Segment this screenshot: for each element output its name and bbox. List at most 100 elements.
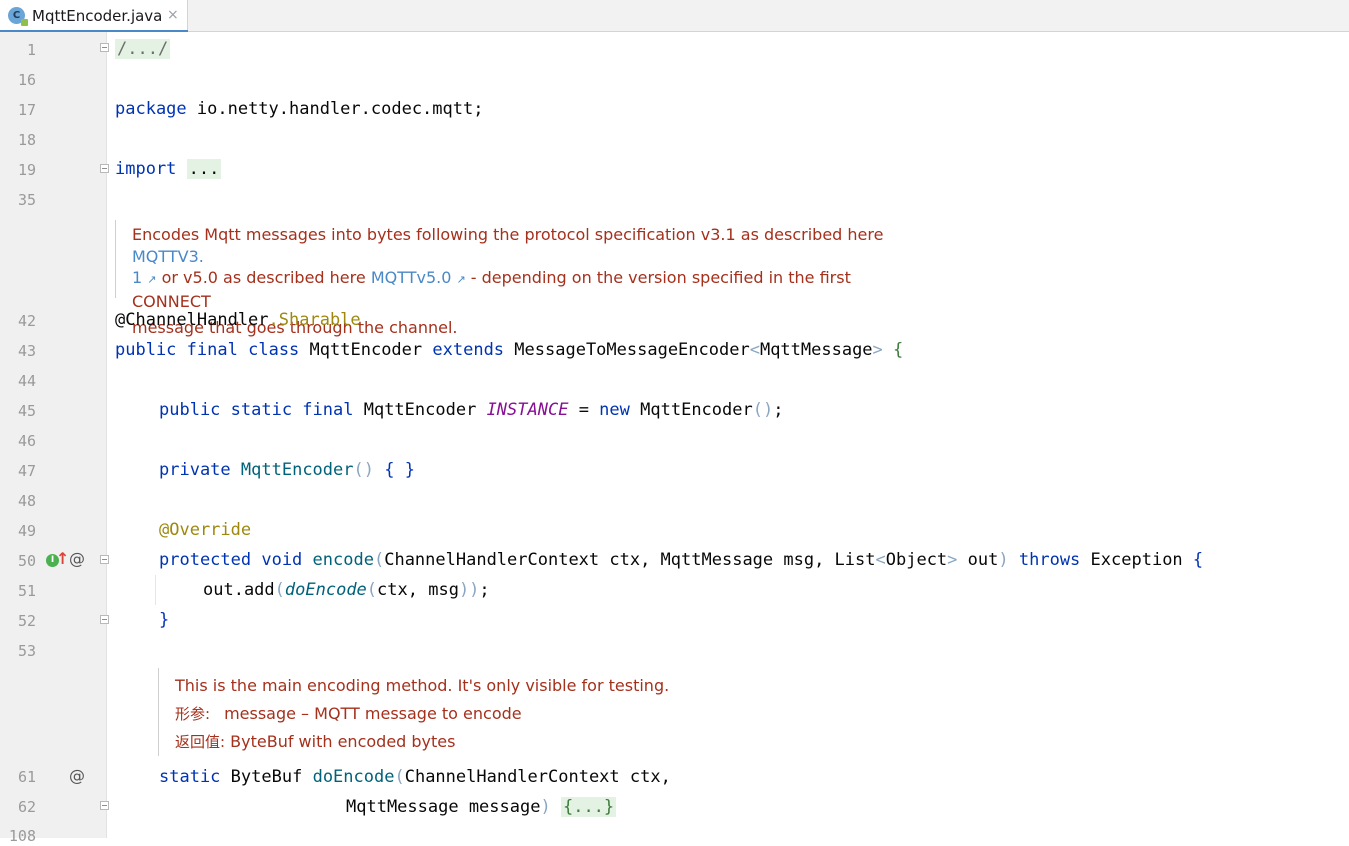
method-decl: doEncode xyxy=(312,767,395,787)
keyword: protected void xyxy=(159,550,303,570)
super-class: MessageToMessageEncoder xyxy=(514,340,750,360)
line-number: 16 xyxy=(17,71,36,89)
java-class-icon: C xyxy=(8,7,28,26)
fold-toggle[interactable] xyxy=(100,801,109,810)
annotation-at-icon[interactable]: @ xyxy=(69,766,85,785)
code-line-47[interactable]: private MqttEncoder() { } xyxy=(159,459,415,481)
code-line-51[interactable]: out.add(doEncode(ctx, msg)); xyxy=(203,579,490,601)
keyword: class xyxy=(248,340,300,360)
line-number: 62 xyxy=(17,798,36,816)
punct: ; xyxy=(773,400,784,420)
code-line-62[interactable]: MqttMessage message) {...} xyxy=(346,796,617,818)
punct: ) xyxy=(998,550,1009,570)
close-icon[interactable]: × xyxy=(167,7,179,23)
static-field: INSTANCE xyxy=(486,400,569,420)
line-number: 17 xyxy=(17,101,36,119)
keyword: new xyxy=(599,400,630,420)
class-name: MqttEncoder xyxy=(309,340,423,360)
parameters: out xyxy=(957,550,999,570)
overrides-up-arrow-icon[interactable]: ↑ xyxy=(56,549,69,568)
line-number: 51 xyxy=(17,582,36,600)
line-number: 46 xyxy=(17,432,36,450)
keyword: static xyxy=(159,767,221,787)
type-arg: MqttMessage xyxy=(759,340,873,360)
punct: > xyxy=(947,550,958,570)
fold-toggle[interactable] xyxy=(100,615,109,624)
keyword: private xyxy=(159,460,231,480)
keyword: public xyxy=(115,340,177,360)
external-link-icon: ↗ xyxy=(147,273,157,286)
doc-link-mqttv5[interactable]: MQTTv5.0 xyxy=(371,268,452,287)
doc-comment-bar xyxy=(115,220,116,298)
parameters: MqttMessage message xyxy=(346,797,541,817)
indent-guide xyxy=(155,575,156,605)
doc-return-text: ByteBuf with encoded bytes xyxy=(230,732,456,751)
constructor-call: MqttEncoder xyxy=(640,400,753,420)
static-method-call: doEncode xyxy=(284,580,367,600)
annotation-at-icon[interactable]: @ xyxy=(69,549,85,568)
doc-return-label: 返回值: xyxy=(175,733,226,751)
external-link-icon: ↗ xyxy=(456,273,466,286)
fold-toggle[interactable] xyxy=(100,164,109,173)
punct: < xyxy=(749,340,760,360)
code-line-17[interactable]: package io.netty.handler.codec.mqtt; xyxy=(115,98,483,120)
line-number: 50 xyxy=(17,552,36,570)
line-number: 1 xyxy=(26,41,36,59)
fold-toggle[interactable] xyxy=(100,43,109,52)
doc-text: This is the main encoding method. It's o… xyxy=(175,676,670,695)
fold-toggle[interactable] xyxy=(100,555,109,564)
line-number: 44 xyxy=(17,372,36,390)
keyword: final xyxy=(186,340,238,360)
punct: > xyxy=(872,340,883,360)
line-number: 48 xyxy=(17,492,36,510)
doc-text: Encodes Mqtt messages into bytes followi… xyxy=(132,225,884,244)
code-line-1[interactable]: /.../ xyxy=(115,38,171,60)
line-number: 49 xyxy=(17,522,36,540)
doc-comment-bar xyxy=(158,668,159,756)
punct: () xyxy=(752,400,774,420)
folded-header[interactable]: /.../ xyxy=(115,39,171,59)
punct: ; xyxy=(479,580,490,600)
folded-imports[interactable]: ... xyxy=(186,159,222,179)
keyword: extends xyxy=(432,340,505,360)
editor-tab-bar: C MqttEncoder.java × xyxy=(0,0,1349,33)
parameters: ChannelHandlerContext ctx, xyxy=(404,767,671,787)
constructor-decl: MqttEncoder xyxy=(240,460,354,480)
arguments: ctx, msg xyxy=(377,580,459,600)
code-line-43[interactable]: public final class MqttEncoder extends M… xyxy=(115,339,903,361)
annotation: @Override xyxy=(159,520,252,540)
punct: ( xyxy=(373,550,385,570)
punct: ( xyxy=(274,580,285,600)
doc-link-mqttv3[interactable]: 1 xyxy=(132,268,142,287)
punct: ) xyxy=(540,797,551,817)
line-number: 53 xyxy=(17,642,36,660)
code-line-19[interactable]: import ... xyxy=(115,158,222,180)
tab-mqttencoder-java[interactable]: C MqttEncoder.java × xyxy=(0,0,188,33)
code-line-50[interactable]: protected void encode(ChannelHandlerCont… xyxy=(159,549,1203,571)
line-number: 47 xyxy=(17,462,36,480)
code-line-49[interactable]: @Override xyxy=(159,519,251,541)
type-arg: Object xyxy=(885,550,948,570)
doc-param-text: message – MQTT message to encode xyxy=(224,704,522,723)
punct: () xyxy=(353,460,374,480)
line-number: 45 xyxy=(17,402,36,420)
line-number: 42 xyxy=(17,312,36,330)
method-decl: encode xyxy=(312,550,374,570)
type: Exception xyxy=(1090,550,1183,570)
brace: { } xyxy=(384,460,415,480)
line-number: 35 xyxy=(17,191,36,209)
doc-text: or v5.0 as described here xyxy=(156,268,371,287)
punct: < xyxy=(875,550,886,570)
code-line-52[interactable]: } xyxy=(159,609,169,631)
code-line-45[interactable]: public static final MqttEncoder INSTANCE… xyxy=(159,399,783,421)
code-line-61[interactable]: static ByteBuf doEncode(ChannelHandlerCo… xyxy=(159,766,671,788)
type: MqttEncoder xyxy=(363,400,477,420)
package-name: io.netty.handler.codec.mqtt; xyxy=(186,99,484,119)
folded-method-body[interactable]: {...} xyxy=(560,797,617,817)
keyword: import xyxy=(115,159,177,179)
annotation: @ChannelHandler xyxy=(115,310,269,330)
code-line-42[interactable]: @ChannelHandler.Sharable xyxy=(115,309,361,331)
keyword: public static final xyxy=(159,400,354,420)
brace: { xyxy=(1192,550,1204,570)
doc-link-mqttv3[interactable]: MQTTV3. xyxy=(132,247,204,266)
